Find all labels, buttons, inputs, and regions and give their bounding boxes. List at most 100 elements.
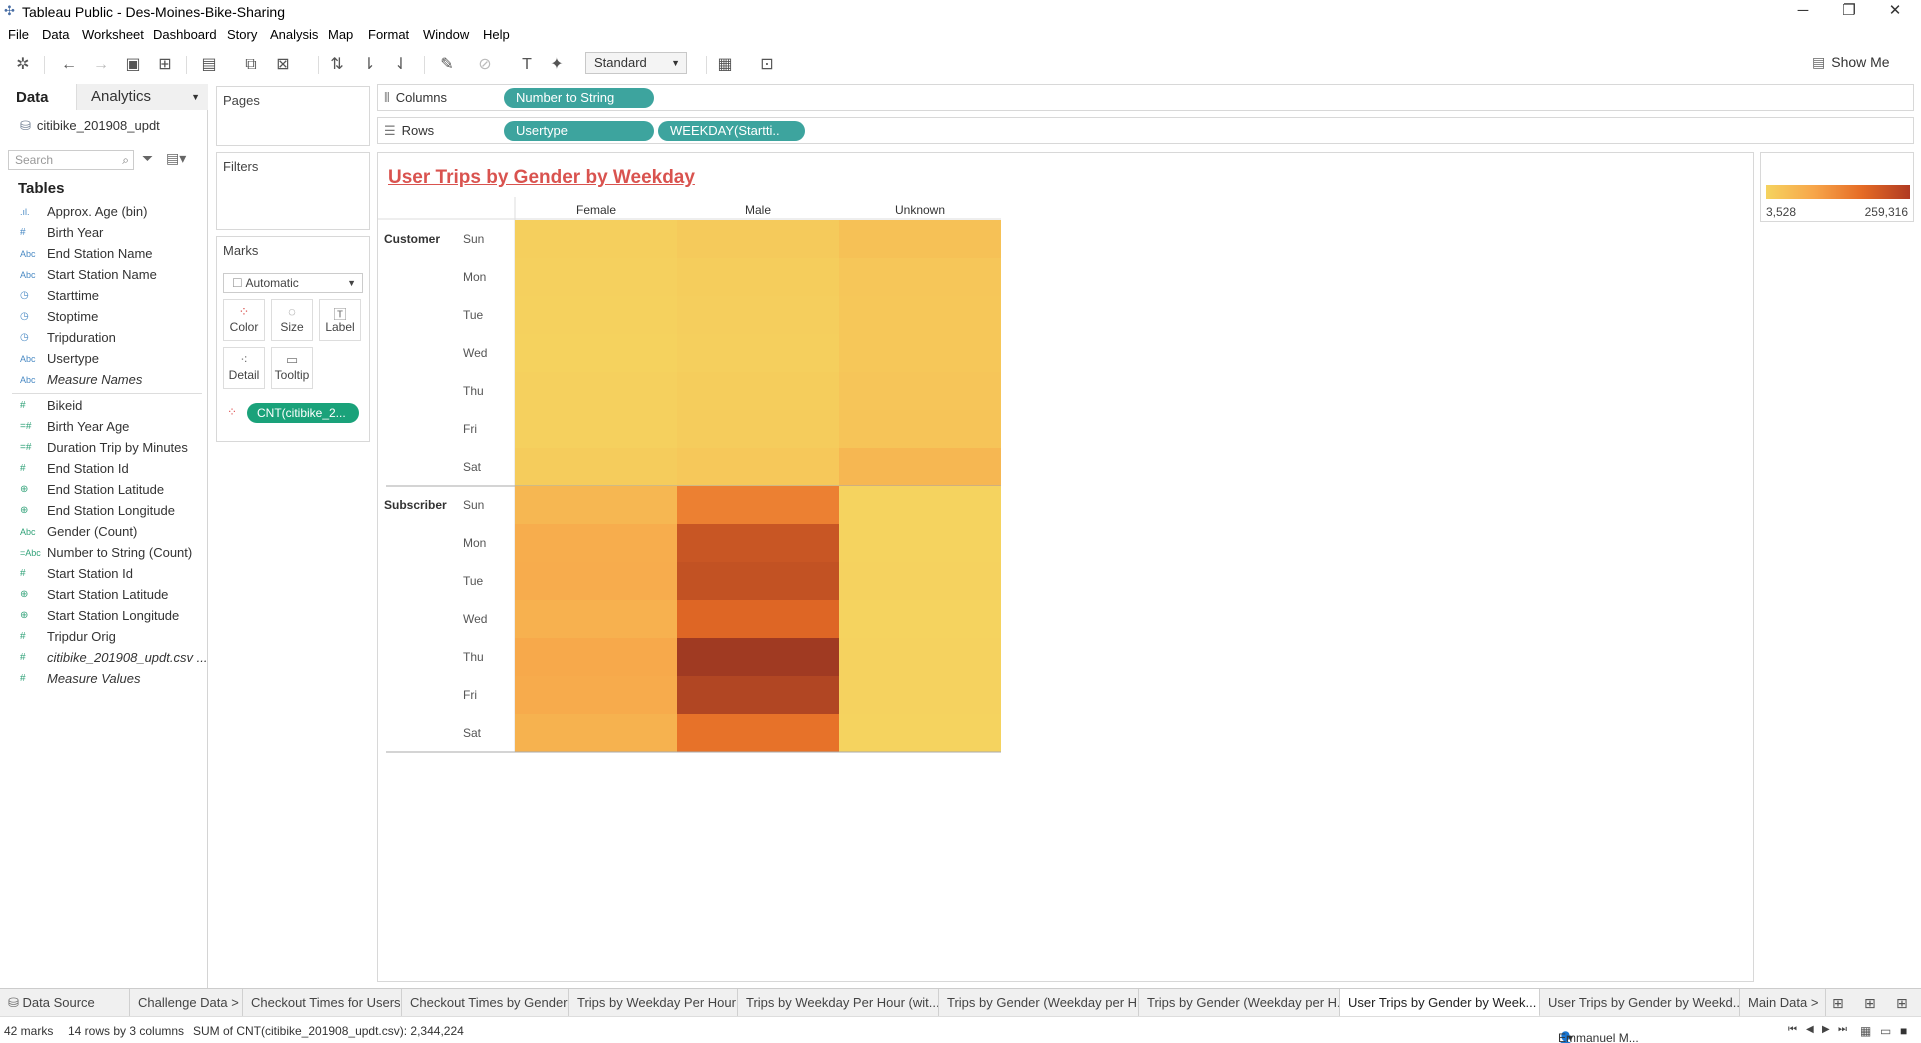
rows-pill-usertype[interactable]: Usertype [504,121,654,141]
tab-checkout-times-users[interactable]: Checkout Times for Users [243,989,402,1017]
field-item[interactable]: Abc Start Station Name [0,265,208,286]
heatmap-cell[interactable] [677,486,839,524]
menu-map[interactable]: Map [328,27,353,42]
menu-help[interactable]: Help [483,27,510,42]
filter-icon[interactable]: ⏷ [142,150,153,167]
heatmap-cell[interactable] [515,220,677,258]
field-item[interactable]: # End Station Id [0,459,208,480]
heatmap-cell[interactable] [839,638,1001,676]
first-sheet-icon[interactable]: ⏮ [1788,1024,1797,1035]
field-item[interactable]: ⊕ End Station Latitude [0,480,208,501]
heatmap-cell[interactable] [677,220,839,258]
menu-file[interactable]: File [8,27,29,42]
tab-trips-weekday-hour-with[interactable]: Trips by Weekday Per Hour (wit... [738,989,939,1017]
heatmap-cell[interactable] [677,372,839,410]
heatmap-cell[interactable] [677,410,839,448]
close-icon[interactable]: ✕ [1872,0,1918,24]
heatmap-cell[interactable] [515,638,677,676]
heatmap-cell[interactable] [677,600,839,638]
heatmap-cell[interactable] [677,296,839,334]
last-sheet-icon[interactable]: ⏭ [1838,1024,1847,1035]
heatmap-cell[interactable] [515,600,677,638]
size-button[interactable]: ◌ Size [271,299,313,341]
swap-rows-columns-icon[interactable]: ⇅ [326,54,348,76]
tooltip-button[interactable]: ▭ Tooltip [271,347,313,389]
datasource-item[interactable]: ⛁ citibike_201908_updt [20,118,160,134]
field-item[interactable]: ◷ Starttime [0,286,208,307]
heatmap-cell[interactable] [677,714,839,752]
field-item[interactable]: ◷ Stoptime [0,307,208,328]
tab-user-trips-active[interactable]: User Trips by Gender by Week... [1340,989,1540,1017]
columns-shelf[interactable]: ⦀ Columns Number to String [377,84,1914,111]
field-item[interactable]: # Bikeid [0,396,208,417]
color-legend[interactable]: 3,528 259,316 [1760,152,1914,222]
heatmap-cell[interactable] [677,524,839,562]
tab-trips-gender-2[interactable]: Trips by Gender (Weekday per H... [1139,989,1340,1017]
save-icon[interactable]: ▣ [122,54,144,76]
sort-ascending-icon[interactable]: ⇂ [358,54,380,76]
tab-challenge-data[interactable]: Challenge Data > [130,989,243,1017]
heatmap-cell[interactable] [515,676,677,714]
heatmap-cell[interactable] [839,448,1001,486]
menu-analysis[interactable]: Analysis [270,27,318,42]
heatmap-cell[interactable] [515,524,677,562]
heatmap-cell[interactable] [677,334,839,372]
heatmap-cell[interactable] [839,714,1001,752]
filters-card[interactable]: Filters [216,152,370,230]
heatmap-cell[interactable] [515,258,677,296]
new-worksheet-tab-icon[interactable]: ⊞ [1832,995,1844,1012]
heatmap-cell[interactable] [515,296,677,334]
heatmap-cell[interactable] [839,676,1001,714]
heatmap-cell[interactable] [677,676,839,714]
pages-card[interactable]: Pages [216,86,370,146]
new-worksheet-icon[interactable]: ▤ [198,54,220,76]
field-item[interactable]: ⊕ End Station Longitude [0,501,208,522]
field-item[interactable]: ◷ Tripduration [0,328,208,349]
field-item[interactable]: =# Birth Year Age [0,417,208,438]
heatmap-cell[interactable] [839,372,1001,410]
pin-axes-icon[interactable]: ✦ [546,54,568,76]
tab-data-source[interactable]: ⛁ Data Source [0,989,130,1017]
heatmap-cell[interactable] [839,220,1001,258]
heatmap-cell[interactable] [515,486,677,524]
tab-analytics[interactable]: Analytics ▼ [76,84,208,110]
field-item[interactable]: .ıl. Approx. Age (bin) [0,202,208,223]
label-button[interactable]: 🅃 Label [319,299,361,341]
color-pill[interactable]: CNT(citibike_2... [247,403,359,423]
highlight-icon[interactable]: ✎ [436,54,458,76]
menu-format[interactable]: Format [368,27,409,42]
prev-sheet-icon[interactable]: ◀ [1806,1024,1814,1035]
heatmap-cell[interactable] [839,334,1001,372]
sheet-sorter-icon[interactable]: ▦ [1860,1024,1871,1038]
show-cards-icon[interactable]: ▦ [714,54,736,76]
field-item[interactable]: =Abc Number to String (Count) [0,543,208,564]
heatmap-cell[interactable] [515,714,677,752]
mark-type-select[interactable]: ☐ Automatic ▼ [223,273,363,293]
field-item[interactable]: # Tripdur Orig [0,627,208,648]
tab-trips-weekday-hour[interactable]: Trips by Weekday Per Hour [569,989,738,1017]
tab-checkout-times-gender[interactable]: Checkout Times by Gender [402,989,569,1017]
search-input[interactable]: Search ⌕ [8,150,134,170]
tab-main-data[interactable]: Main Data > [1740,989,1826,1017]
field-item[interactable]: Abc End Station Name [0,244,208,265]
show-me-button[interactable]: ▤ Show Me [1812,54,1890,71]
new-story-tab-icon[interactable]: ⊞ [1896,995,1908,1012]
heatmap-cell[interactable] [515,562,677,600]
tableau-home-icon[interactable]: ✲ [12,54,34,76]
tab-data[interactable]: Data [16,89,49,106]
color-button[interactable]: ⁘ Color [223,299,265,341]
rows-pill-weekday[interactable]: WEEKDAY(Startti.. [658,121,805,141]
menu-data[interactable]: Data [42,27,69,42]
field-item[interactable]: # citibike_201908_updt.csv ... [0,648,208,669]
menu-dashboard[interactable]: Dashboard [153,27,217,42]
heatmap-cell[interactable] [515,448,677,486]
heatmap-cell[interactable] [677,562,839,600]
rows-shelf[interactable]: ☰ Rows Usertype WEEKDAY(Startti.. [377,117,1914,144]
user-menu[interactable]: 👤 Emmanuel M... ▼ [1558,1021,1678,1043]
next-sheet-icon[interactable]: ▶ [1822,1024,1830,1035]
field-item[interactable]: # Birth Year [0,223,208,244]
tab-user-trips-2[interactable]: User Trips by Gender by Weekd... [1540,989,1740,1017]
heatmap-cell[interactable] [677,448,839,486]
heatmap-cell[interactable] [677,258,839,296]
field-item[interactable]: ⊕ Start Station Longitude [0,606,208,627]
